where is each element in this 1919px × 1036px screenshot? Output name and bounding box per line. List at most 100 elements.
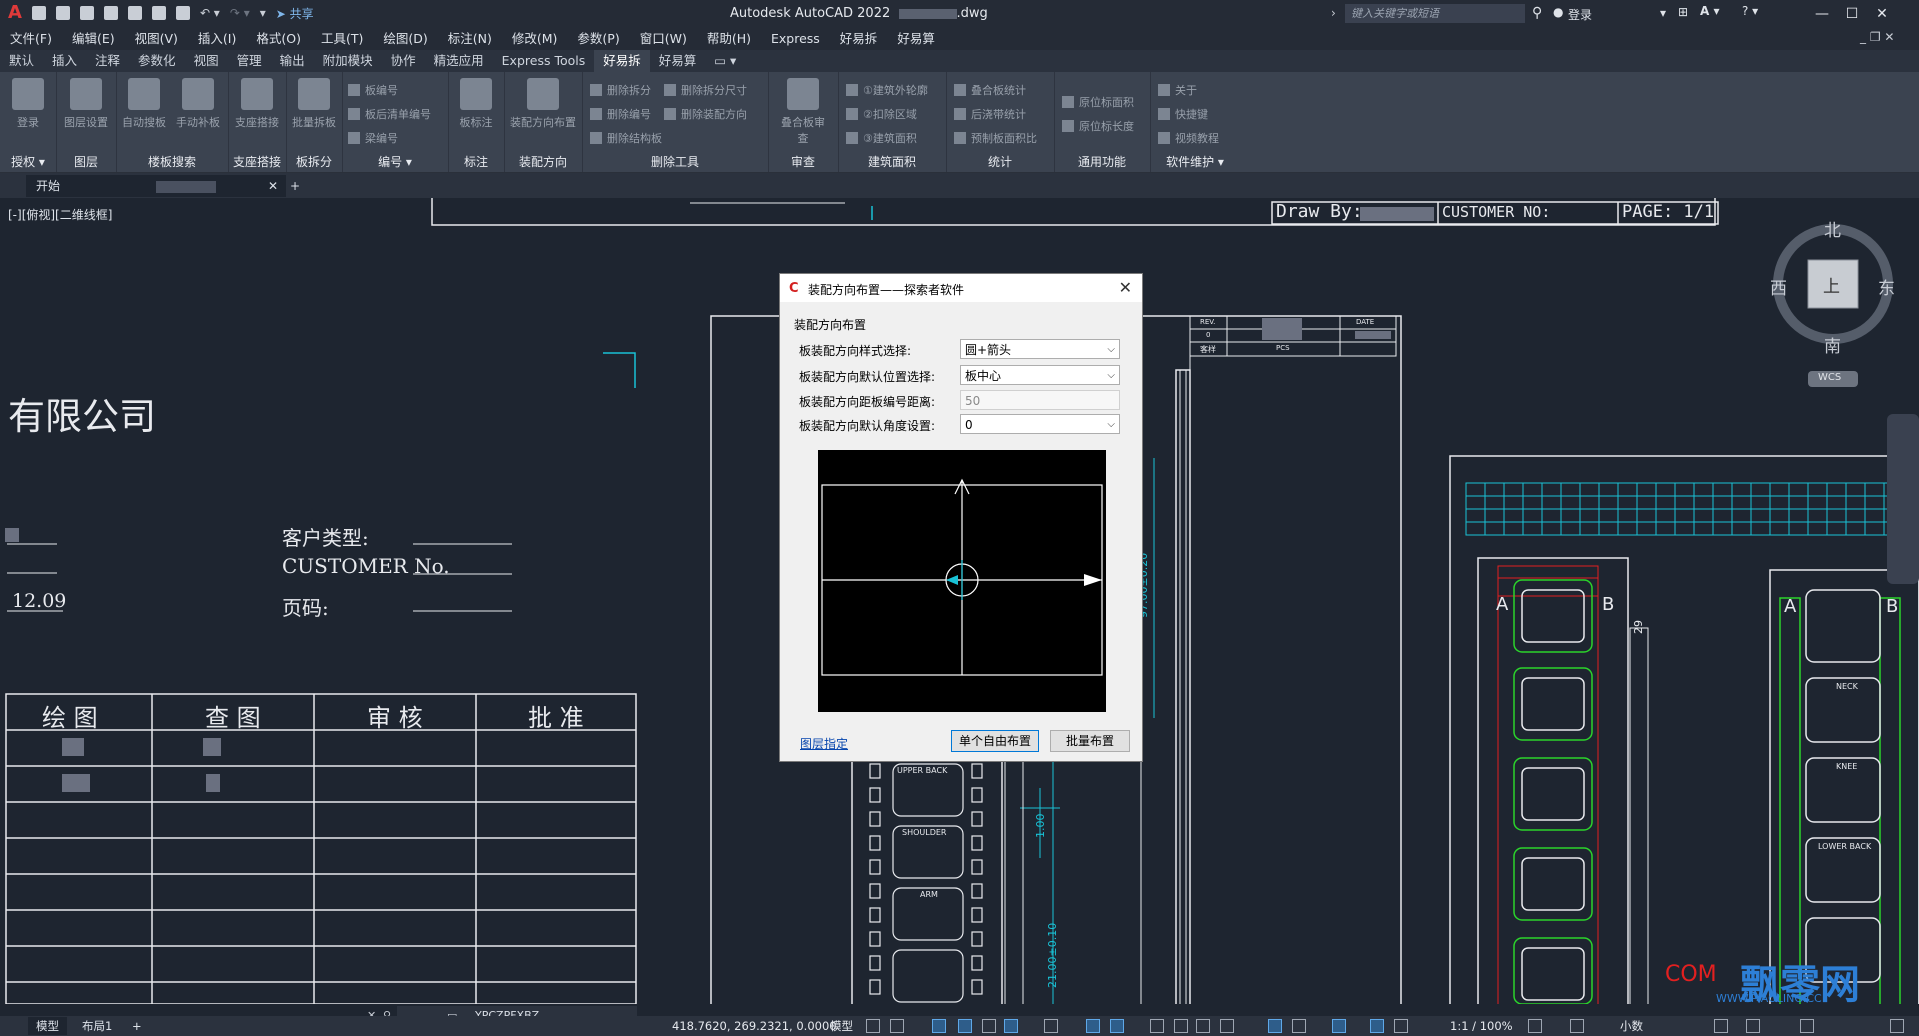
import-icon[interactable] [151,6,166,20]
dialog-close-icon[interactable]: ✕ [1119,278,1132,297]
units-select[interactable]: 小数 [1620,1016,1643,1036]
minimize-button[interactable]: — [1810,4,1834,24]
angle-select[interactable]: 0 ⌵ [960,414,1120,434]
menu-item[interactable]: 绘图(D) [373,28,437,50]
menu-item[interactable]: 修改(M) [502,28,568,50]
customize-status-icon[interactable] [1890,1019,1904,1033]
doc-window-controls[interactable]: _ ❐ ✕ [1860,30,1894,44]
composite-slab-review-button[interactable]: 叠合板审查 [779,78,827,146]
group-title[interactable]: 软件维护 ▾ [1150,153,1240,170]
ribbon-tab[interactable]: 精选应用 [425,50,493,72]
ribbon-tab[interactable]: 好易算 [650,50,706,72]
menu-item[interactable]: 标注(N) [438,28,502,50]
tab-model[interactable]: 模型 [28,1017,67,1035]
maximize-button[interactable]: ☐ [1840,4,1864,24]
video-tutorial-button[interactable]: 视频教程 [1158,130,1219,146]
layer-settings-button[interactable]: 图层设置 [62,78,110,130]
open-file-icon[interactable] [55,6,70,20]
batch-place-button[interactable]: 批量布置 [1050,730,1130,752]
menu-item[interactable]: 参数(P) [567,28,629,50]
assembly-direction-button[interactable]: 装配方向布置 [510,78,576,130]
dialog-titlebar[interactable]: C 装配方向布置——探索者软件 ✕ [780,274,1142,302]
delete-number-button[interactable]: 删除编号 [590,106,651,122]
navcube-east[interactable]: 东 [1878,274,1895,299]
building-area-button[interactable]: ③建筑面积 [846,130,917,146]
viewport-controls[interactable]: [-][俯视][二维线框] [8,206,112,223]
menu-item[interactable]: 视图(V) [125,28,188,50]
menu-item[interactable]: 窗口(W) [630,28,697,50]
group-title[interactable]: 授权 ▾ [0,153,56,170]
close-tab-icon[interactable]: ✕ [268,175,278,197]
tab-drawing[interactable]: ✕ [146,175,286,197]
building-outline-button[interactable]: ①建筑外轮廓 [846,82,928,98]
snap-icon[interactable] [890,1019,904,1033]
support-lap-button[interactable]: 支座搭接 [233,78,281,130]
group-title[interactable]: 编号 ▾ [342,153,448,170]
auto-search-button[interactable]: 自动搜板 [120,78,168,130]
menu-item[interactable]: 格式(O) [246,28,311,50]
dropdown-icon[interactable]: ▾ [1660,6,1666,20]
tab-start[interactable]: 开始 [26,175,146,197]
cart-icon[interactable]: ⊞ [1678,5,1688,19]
save-as-icon[interactable] [103,6,118,20]
menu-item[interactable]: 好易拆 [830,28,888,50]
ribbon-tab[interactable]: 协作 [382,50,425,72]
ribbon-tab[interactable]: 插入 [43,50,86,72]
ucs-icon[interactable] [1268,1019,1282,1033]
in-place-area-button[interactable]: 原位标面积 [1062,94,1134,110]
object-snap-icon[interactable] [1110,1019,1124,1033]
delete-split-button[interactable]: 删除拆分 [590,82,651,98]
about-button[interactable]: 关于 [1158,82,1197,98]
single-place-button[interactable]: 单个自由布置 [951,730,1039,752]
navcube-west[interactable]: 西 [1770,274,1787,299]
shortcuts-button[interactable]: 快捷键 [1158,106,1208,122]
3d-osnap-icon[interactable] [1220,1019,1234,1033]
save-icon[interactable] [79,6,94,20]
distance-input[interactable]: 50 [960,390,1120,410]
add-icon[interactable] [1570,1019,1584,1033]
layer-assign-link[interactable]: 图层指定 [800,735,848,752]
position-select[interactable]: 板中心 ⌵ [960,365,1120,385]
ribbon-tab[interactable]: 输出 [271,50,314,72]
polar-tracking-icon[interactable] [1004,1019,1018,1033]
print-icon[interactable] [175,6,190,20]
style-select[interactable]: 圆+箭头 ⌵ [960,339,1120,359]
post-pour-number-button[interactable]: 板后清单编号 [348,106,431,122]
menu-item[interactable]: Express [761,28,830,50]
batch-split-button[interactable]: 批量拆板 [290,78,338,130]
new-tab-button[interactable]: + [280,175,310,197]
deduct-region-button[interactable]: ②扣除区域 [846,106,917,122]
menu-item[interactable]: 文件(F) [0,28,62,50]
slab-number-button[interactable]: 板编号 [348,82,398,98]
close-button[interactable]: ✕ [1870,4,1894,24]
annotation-scale[interactable]: 1:1 / 100% [1450,1016,1513,1036]
wcs-menu[interactable]: WCS [1818,372,1841,383]
selection-cycling-icon[interactable] [1196,1019,1210,1033]
ribbon-tab[interactable]: 好易拆 [594,50,650,72]
ribbon-tab[interactable]: 注释 [86,50,129,72]
add-layout-button[interactable]: + [124,1017,150,1035]
transparency-icon[interactable] [1174,1019,1188,1033]
delete-split-dims-button[interactable]: 删除拆分尺寸 [664,82,747,98]
autodesk-a360-icon[interactable]: A ▾ [1700,4,1720,18]
lineweight-icon[interactable] [1150,1019,1164,1033]
ribbon-minimize-icon[interactable]: ▭ ▾ [705,50,745,72]
search-input[interactable]: 键入关键字或短语 [1345,4,1525,23]
login-button[interactable]: 登录 [1568,6,1592,23]
new-file-icon[interactable] [31,6,46,20]
menu-item[interactable]: 编辑(E) [62,28,125,50]
menu-item[interactable]: 插入(I) [188,28,246,50]
auto-scale-icon[interactable] [1394,1019,1408,1033]
manual-add-button[interactable]: 手动补板 [174,78,222,130]
isometric-icon[interactable] [1044,1019,1058,1033]
quick-properties-icon[interactable] [1714,1019,1728,1033]
redo-icon[interactable]: ↷ ▾ [230,6,250,20]
annotation-visibility-icon[interactable] [1332,1019,1346,1033]
chevron-right-icon[interactable]: › [1331,6,1336,20]
customize-qa-icon[interactable]: ▾ [260,6,266,20]
ribbon-tab[interactable]: Express Tools [493,50,595,72]
precast-area-ratio-button[interactable]: 预制板面积比 [954,130,1037,146]
tab-layout1[interactable]: 布局1 [74,1017,120,1035]
gizmo-icon[interactable] [1292,1019,1306,1033]
post-pour-stats-button[interactable]: 后浇带统计 [954,106,1026,122]
